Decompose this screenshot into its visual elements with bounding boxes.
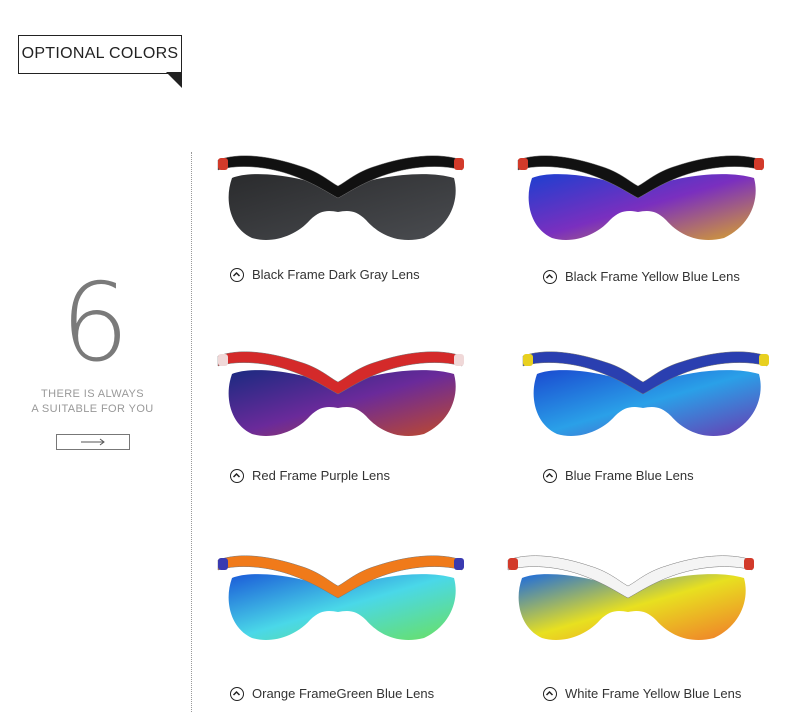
sunglasses-image (507, 555, 754, 640)
product-image[interactable] (210, 140, 470, 250)
product-label: Red Frame Purple Lens (252, 468, 391, 483)
product-caption: Black Frame Yellow Blue Lens (543, 269, 740, 284)
next-arrow-button[interactable] (56, 434, 130, 450)
product-label: White Frame Yellow Blue Lens (565, 686, 742, 701)
temple-tip (744, 558, 754, 570)
product-label: Black Frame Dark Gray Lens (252, 267, 420, 282)
product-caption: Orange FrameGreen Blue Lens (230, 686, 434, 701)
tagline-line-2: A SUITABLE FOR YOU (31, 403, 154, 415)
arrow-right-icon (81, 438, 105, 446)
chevron-up-circle-icon (543, 468, 557, 483)
sunglasses-image (522, 351, 769, 436)
temple-tip (218, 558, 228, 570)
sunglasses-image (217, 351, 464, 436)
sunglasses-image (217, 155, 464, 240)
product-caption: Red Frame Purple Lens (230, 468, 390, 483)
temple-tip (754, 158, 764, 170)
section-title-badge: OPTIONAL COLORS (18, 35, 182, 74)
product-image[interactable] (210, 336, 470, 446)
temple-tip (518, 158, 528, 170)
chevron-up-circle-icon (230, 468, 244, 483)
temple-tip (523, 354, 533, 366)
temple-tip (218, 354, 228, 366)
product-caption: Blue Frame Blue Lens (543, 468, 694, 483)
chevron-up-circle-icon (230, 686, 244, 701)
temple-tip (454, 558, 464, 570)
product-label: Blue Frame Blue Lens (565, 468, 694, 483)
product-image[interactable] (500, 540, 760, 650)
temple-tip (454, 354, 464, 366)
temple-tip (454, 158, 464, 170)
temple-tip (508, 558, 518, 570)
product-caption: Black Frame Dark Gray Lens (230, 267, 420, 282)
vertical-divider (191, 152, 192, 712)
temple-tip (218, 158, 228, 170)
chevron-up-circle-icon (230, 267, 244, 282)
section-title: OPTIONAL COLORS (21, 45, 179, 62)
tagline-line-1: THERE IS ALWAYS (41, 388, 144, 400)
color-count-number: 6 (60, 261, 130, 386)
temple-tip (759, 354, 769, 366)
chevron-up-circle-icon (543, 686, 557, 701)
product-image[interactable] (210, 540, 470, 650)
sunglasses-image (517, 155, 764, 240)
product-label: Black Frame Yellow Blue Lens (565, 269, 740, 284)
product-label: Orange FrameGreen Blue Lens (252, 686, 435, 701)
product-image[interactable] (515, 336, 775, 446)
product-image[interactable] (510, 140, 770, 250)
chevron-up-circle-icon (543, 269, 557, 284)
product-caption: White Frame Yellow Blue Lens (543, 686, 741, 701)
badge-corner-triangle (166, 72, 182, 88)
sunglasses-image (217, 555, 464, 640)
